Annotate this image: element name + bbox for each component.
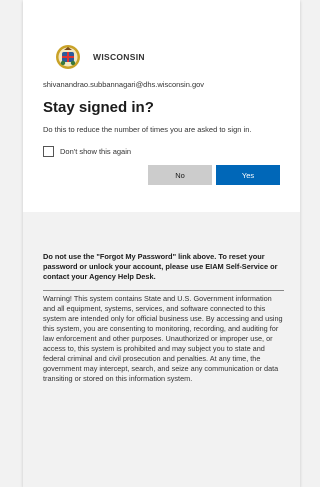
dont-show-again-row[interactable]: Don't show this again [43, 146, 280, 157]
yes-button[interactable]: Yes [216, 165, 280, 185]
dont-show-again-checkbox[interactable] [43, 146, 54, 157]
org-name: WISCONSIN [93, 52, 145, 62]
page-description: Do this to reduce the number of times yo… [43, 125, 252, 134]
system-warning: Warning! This system contains State and … [43, 290, 284, 384]
page-title: Stay signed in? [43, 99, 154, 116]
footer-section: Do not use the "Forgot My Password" link… [23, 212, 300, 487]
dialog-section: WISCONSIN shivanandrao.subbannagari@dhs.… [23, 0, 300, 196]
no-button[interactable]: No [148, 165, 212, 185]
wisconsin-seal-icon [56, 45, 80, 69]
sign-in-card: WISCONSIN shivanandrao.subbannagari@dhs.… [23, 0, 300, 487]
button-row: No Yes [43, 165, 280, 185]
dont-show-again-label[interactable]: Don't show this again [60, 147, 131, 156]
account-email: shivanandrao.subbannagari@dhs.wisconsin.… [43, 80, 205, 89]
password-reset-notice: Do not use the "Forgot My Password" link… [43, 252, 278, 281]
org-brand: WISCONSIN [55, 44, 280, 70]
